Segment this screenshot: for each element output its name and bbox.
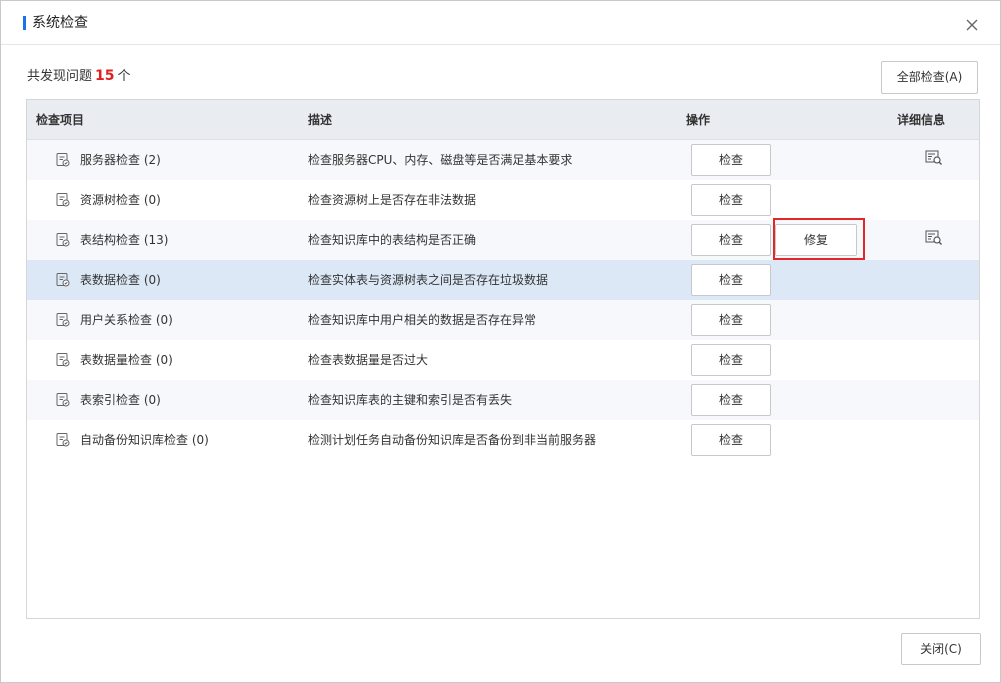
system-check-dialog: 系统检查 共发现问题 15 个 全部检查(A) 检查项目 描述 操作 详细信息 服务…: [0, 0, 1001, 683]
check-button[interactable]: 检查: [691, 344, 771, 376]
table-row[interactable]: 自动备份知识库检查 (0) 检测计划任务自动备份知识库是否备份到非当前服务器 检查: [27, 420, 979, 460]
check-item-name: 用户关系检查 (0): [80, 313, 173, 327]
detail-view-icon[interactable]: [925, 150, 943, 166]
check-button[interactable]: 检查: [691, 264, 771, 296]
check-item-icon: [55, 272, 71, 288]
check-item-name: 自动备份知识库检查 (0): [80, 433, 209, 447]
check-item-name: 表数据量检查 (0): [80, 353, 173, 367]
summary-suffix: 个: [117, 69, 131, 84]
check-item-icon: [55, 232, 71, 248]
close-button[interactable]: 关闭(C): [901, 633, 981, 665]
table-row[interactable]: 表索引检查 (0) 检查知识库表的主键和索引是否有丢失 检查: [27, 380, 979, 420]
check-item-desc: 检查资源树上是否存在非法数据: [308, 193, 477, 207]
table-row[interactable]: 表数据量检查 (0) 检查表数据量是否过大 检查: [27, 340, 979, 380]
column-header-item: 检查项目: [36, 113, 85, 127]
check-item-icon: [55, 152, 71, 168]
check-item-icon: [55, 352, 71, 368]
check-item-desc: 检查知识库表的主键和索引是否有丢失: [308, 393, 513, 407]
check-button[interactable]: 检查: [691, 304, 771, 336]
table-row[interactable]: 表数据检查 (0) 检查实体表与资源树表之间是否存在垃圾数据 检查: [27, 260, 979, 300]
check-button[interactable]: 检查: [691, 144, 771, 176]
check-table: 检查项目 描述 操作 详细信息 服务器检查 (2) 检查服务器CPU、内存、磁盘等…: [26, 99, 980, 619]
column-header-op: 操作: [686, 113, 711, 127]
table-row[interactable]: 表结构检查 (13) 检查知识库中的表结构是否正确 检查 修复: [27, 218, 979, 260]
table-row[interactable]: 服务器检查 (2) 检查服务器CPU、内存、磁盘等是否满足基本要求 检查: [27, 140, 979, 180]
check-item-icon: [55, 312, 71, 328]
table-header: 检查项目 描述 操作 详细信息: [27, 100, 979, 140]
dialog-title: 系统检查: [32, 15, 88, 31]
check-item-icon: [55, 392, 71, 408]
check-all-button[interactable]: 全部检查(A): [881, 61, 978, 94]
check-item-desc: 检查表数据量是否过大: [308, 353, 429, 367]
check-button[interactable]: 检查: [691, 184, 771, 216]
check-item-desc: 检查实体表与资源树表之间是否存在垃圾数据: [308, 273, 549, 287]
check-item-name: 表数据检查 (0): [80, 273, 161, 287]
check-button[interactable]: 检查: [691, 384, 771, 416]
detail-view-icon[interactable]: [925, 230, 943, 246]
problem-count: 15: [95, 68, 115, 84]
check-item-icon: [55, 432, 71, 448]
check-item-name: 资源树检查 (0): [80, 193, 161, 207]
check-item-name: 表结构检查 (13): [80, 233, 169, 247]
check-item-desc: 检查知识库中的表结构是否正确: [308, 233, 477, 247]
close-icon[interactable]: [963, 16, 981, 34]
check-item-icon: [55, 192, 71, 208]
check-item-name: 表索引检查 (0): [80, 393, 161, 407]
check-item-desc: 检测计划任务自动备份知识库是否备份到非当前服务器: [308, 433, 597, 447]
table-row[interactable]: 资源树检查 (0) 检查资源树上是否存在非法数据 检查: [27, 180, 979, 220]
check-button[interactable]: 检查: [691, 224, 771, 256]
table-row[interactable]: 用户关系检查 (0) 检查知识库中用户相关的数据是否存在异常 检查: [27, 300, 979, 340]
check-item-desc: 检查服务器CPU、内存、磁盘等是否满足基本要求: [308, 153, 573, 167]
fix-button[interactable]: 修复: [775, 224, 857, 256]
check-button[interactable]: 检查: [691, 424, 771, 456]
dialog-titlebar: 系统检查: [1, 1, 1000, 45]
check-item-desc: 检查知识库中用户相关的数据是否存在异常: [308, 313, 537, 327]
summary-prefix: 共发现问题: [27, 69, 93, 84]
column-header-desc: 描述: [308, 113, 333, 127]
check-item-name: 服务器检查 (2): [80, 153, 161, 167]
problem-summary: 共发现问题 15 个: [27, 67, 131, 86]
title-accent-bar: [23, 16, 26, 30]
column-header-detail: 详细信息: [897, 113, 946, 127]
